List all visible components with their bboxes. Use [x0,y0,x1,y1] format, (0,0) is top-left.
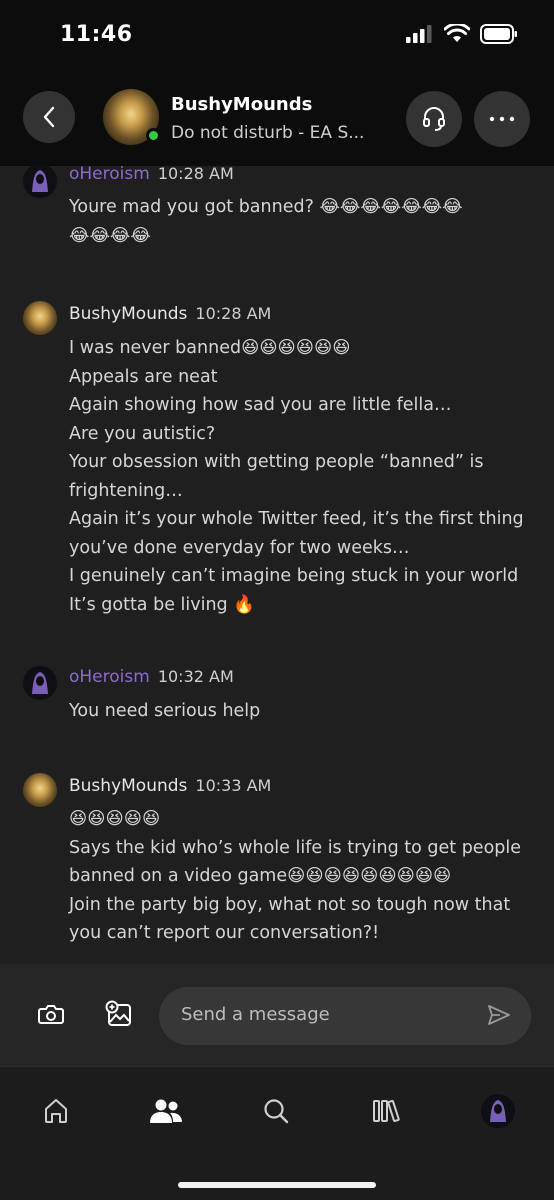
send-button[interactable] [487,1004,511,1030]
presence-dot [146,128,161,143]
sender-avatar[interactable] [23,301,57,335]
message-body: Youre mad you got banned? 😂😂😂😂😂😂😂 😂😂😂😂 [69,197,463,246]
sender-name[interactable]: BushyMounds 10:33 AM [69,776,271,796]
message-time: 10:32 AM [157,667,234,686]
tab-home[interactable] [36,1091,76,1131]
camera-button[interactable] [33,996,69,1032]
message-time: 10:28 AM [157,166,234,183]
sender-avatar[interactable] [23,773,57,807]
more-icon [489,116,515,122]
status-icons [406,24,518,44]
message-body: 😆😆😆😆😆 Says the kid who’s whole life is t… [69,809,522,943]
tab-profile[interactable] [478,1091,518,1131]
tab-social[interactable] [146,1091,186,1131]
more-options-button[interactable] [474,91,530,147]
party-chat-button[interactable] [406,91,462,147]
headset-icon [423,107,445,131]
sender-avatar[interactable] [23,166,57,198]
contact-avatar[interactable] [103,89,161,145]
contact-status: Do not disturb - EA S... [171,123,365,143]
hooded-figure-icon [490,1100,506,1122]
message-input[interactable]: Send a message [159,987,531,1045]
home-indicator[interactable] [178,1182,376,1188]
sender-name[interactable]: oHeroism 10:28 AM [69,166,234,184]
hooded-figure-icon [32,672,48,694]
send-icon [488,1005,510,1025]
back-button[interactable] [23,91,75,143]
tab-search[interactable] [256,1091,296,1131]
wifi-icon [444,24,470,42]
profile-avatar [481,1094,515,1128]
sender-avatar[interactable] [23,666,57,700]
message-time: 10:33 AM [195,776,272,795]
signal-icon [406,25,432,43]
home-icon [45,1099,67,1123]
message-body: I was never banned😆😆😆😆😆😆 Appeals are nea… [69,338,524,615]
top-bar: 11:46 BushyMounds Do not disturb - EA S.… [0,0,554,166]
battery-icon [480,24,517,44]
message-time: 10:28 AM [195,304,272,323]
tab-bar [0,1066,554,1200]
library-icon [373,1099,400,1123]
message-list[interactable]: oHeroism 10:28 AM Youre mad you got banne… [0,166,554,964]
sender-name[interactable]: BushyMounds 10:28 AM [69,304,271,324]
people-icon [150,1099,182,1123]
message-input-placeholder: Send a message [181,1004,330,1025]
hooded-figure-icon [32,170,48,192]
contact-name[interactable]: BushyMounds [171,94,312,115]
add-image-button[interactable] [101,996,137,1032]
sender-name[interactable]: oHeroism 10:32 AM [69,667,234,687]
chevron-left-icon [43,106,55,128]
camera-icon [38,1005,64,1024]
add-image-icon [105,1000,131,1026]
message-body: You need serious help [69,701,261,721]
status-time: 11:46 [60,22,133,47]
search-icon [264,1099,289,1124]
tab-library[interactable] [367,1091,407,1131]
